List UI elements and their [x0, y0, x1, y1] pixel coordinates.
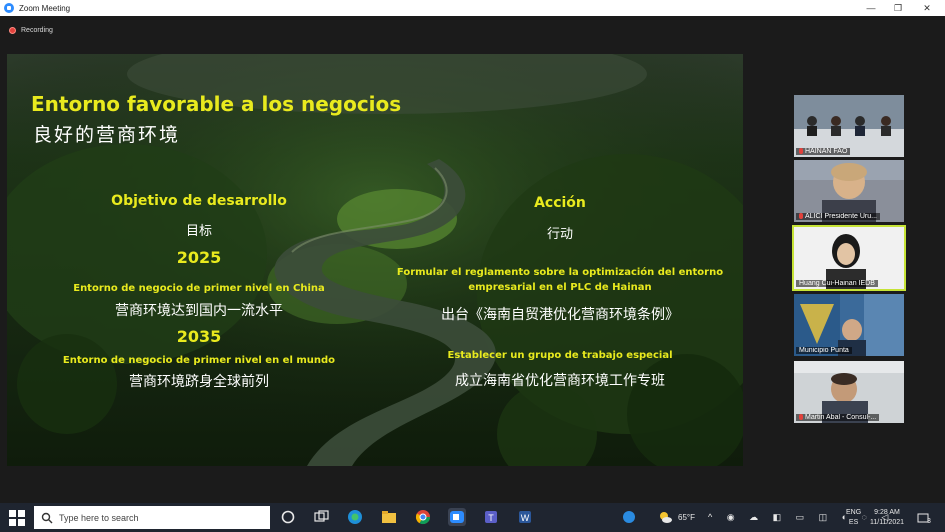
mic-muted-icon — [799, 148, 803, 155]
participant-tile[interactable]: Municipio Punta — [794, 294, 904, 356]
shared-slide: Entorno favorable a los negocios 良好的营商环境… — [7, 54, 743, 466]
cortana-icon[interactable] — [279, 508, 297, 526]
zoom-window: Zoom Meeting — ❐ ✕ Recording Entorno fav… — [0, 0, 945, 532]
left-heading-zh: 目标 — [185, 224, 212, 239]
participant-name: Martin Abal - Consul-... — [796, 414, 880, 421]
action2: Establecer un grupo de trabajo especial — [447, 350, 673, 361]
recording-label: Recording — [21, 26, 53, 34]
left-heading: Objetivo de desarrollo — [111, 193, 287, 209]
mic-muted-icon — [799, 213, 803, 220]
task-view-icon[interactable] — [312, 508, 330, 526]
file-explorer-icon[interactable] — [380, 508, 398, 526]
title-bar: Zoom Meeting — ❐ ✕ — [0, 0, 945, 16]
teams-icon[interactable]: T — [482, 508, 500, 526]
right-heading: Acción — [534, 195, 586, 211]
edge-browser-icon[interactable] — [346, 508, 364, 526]
participant-tile[interactable]: ALICI Presidente Uru... — [794, 160, 904, 222]
action1-line2: empresarial en el PLC de Hainan — [468, 282, 652, 293]
svg-text:W: W — [521, 513, 530, 523]
zoom-logo-icon — [4, 3, 14, 13]
action1-zh: 出台《海南自贸港优化营商环境条例》 — [441, 307, 679, 323]
slide-title-es: Entorno favorable a los negocios — [31, 92, 402, 116]
goal-2025: Entorno de negocio de primer nivel en Ch… — [73, 283, 325, 294]
year-2025: 2025 — [176, 248, 222, 267]
recording-icon[interactable] — [9, 26, 16, 34]
restore-button[interactable]: ❐ — [883, 0, 913, 16]
clock-time: 9:28 AM — [874, 508, 900, 516]
taskbar-search-box[interactable]: Type here to search — [34, 506, 270, 529]
close-button[interactable]: ✕ — [912, 0, 942, 16]
right-heading-zh: 行动 — [546, 227, 573, 242]
goal-2035-zh: 营商环境跻身全球前列 — [129, 374, 269, 390]
participant-name: HAINAN FAO — [796, 148, 851, 155]
goal-2025-zh: 营商环境达到国内一流水平 — [115, 303, 283, 319]
participant-tile[interactable]: Martin Abal - Consul-... — [794, 361, 904, 423]
weather-temperature[interactable]: 65°F — [678, 503, 695, 532]
participant-name: ALICI Presidente Uru... — [796, 213, 880, 220]
svg-text:T: T — [488, 513, 494, 523]
recording-bar: Recording — [0, 16, 945, 44]
participant-tile-active-speaker[interactable]: Huang Cui-Hainan IEDB — [792, 225, 906, 291]
slide-title-zh: 良好的营商环境 — [33, 124, 181, 146]
notification-center-button[interactable]: 3 — [914, 503, 934, 532]
action2-zh: 成立海南省优化营商环境工作专班 — [455, 373, 665, 389]
window-title: Zoom Meeting — [19, 3, 71, 13]
windows-taskbar: Type here to search T W 65°F ^ ◉ ☁ ◧ ▭ ◫… — [0, 503, 945, 532]
notification-count: 3 — [927, 518, 931, 525]
goal-2035: Entorno de negocio de primer nivel en el… — [62, 355, 336, 366]
action1-line1: Formular el reglamento sobre la optimiza… — [396, 267, 724, 278]
participant-tile[interactable]: HAINAN FAO — [794, 95, 904, 157]
clock-date: 11/11/2021 — [870, 518, 904, 526]
weather-icon[interactable] — [656, 508, 674, 526]
search-placeholder: Type here to search — [59, 512, 139, 523]
windows-start-icon[interactable] — [9, 509, 25, 526]
wifi-status-icon[interactable] — [620, 508, 638, 526]
participant-name: Municipio Punta — [796, 347, 852, 354]
language-indicator[interactable]: ENG ES — [846, 503, 861, 532]
zoom-taskbar-icon[interactable] — [448, 508, 466, 526]
search-icon — [41, 512, 53, 523]
clock[interactable]: 9:28 AM 11/11/2021 — [866, 503, 908, 532]
year-2035: 2035 — [176, 327, 222, 346]
participant-name: Huang Cui-Hainan IEDB — [796, 280, 878, 287]
word-icon[interactable]: W — [516, 508, 534, 526]
minimize-button[interactable]: — — [856, 0, 886, 16]
chrome-icon[interactable] — [414, 508, 432, 526]
mic-muted-icon — [799, 414, 803, 421]
